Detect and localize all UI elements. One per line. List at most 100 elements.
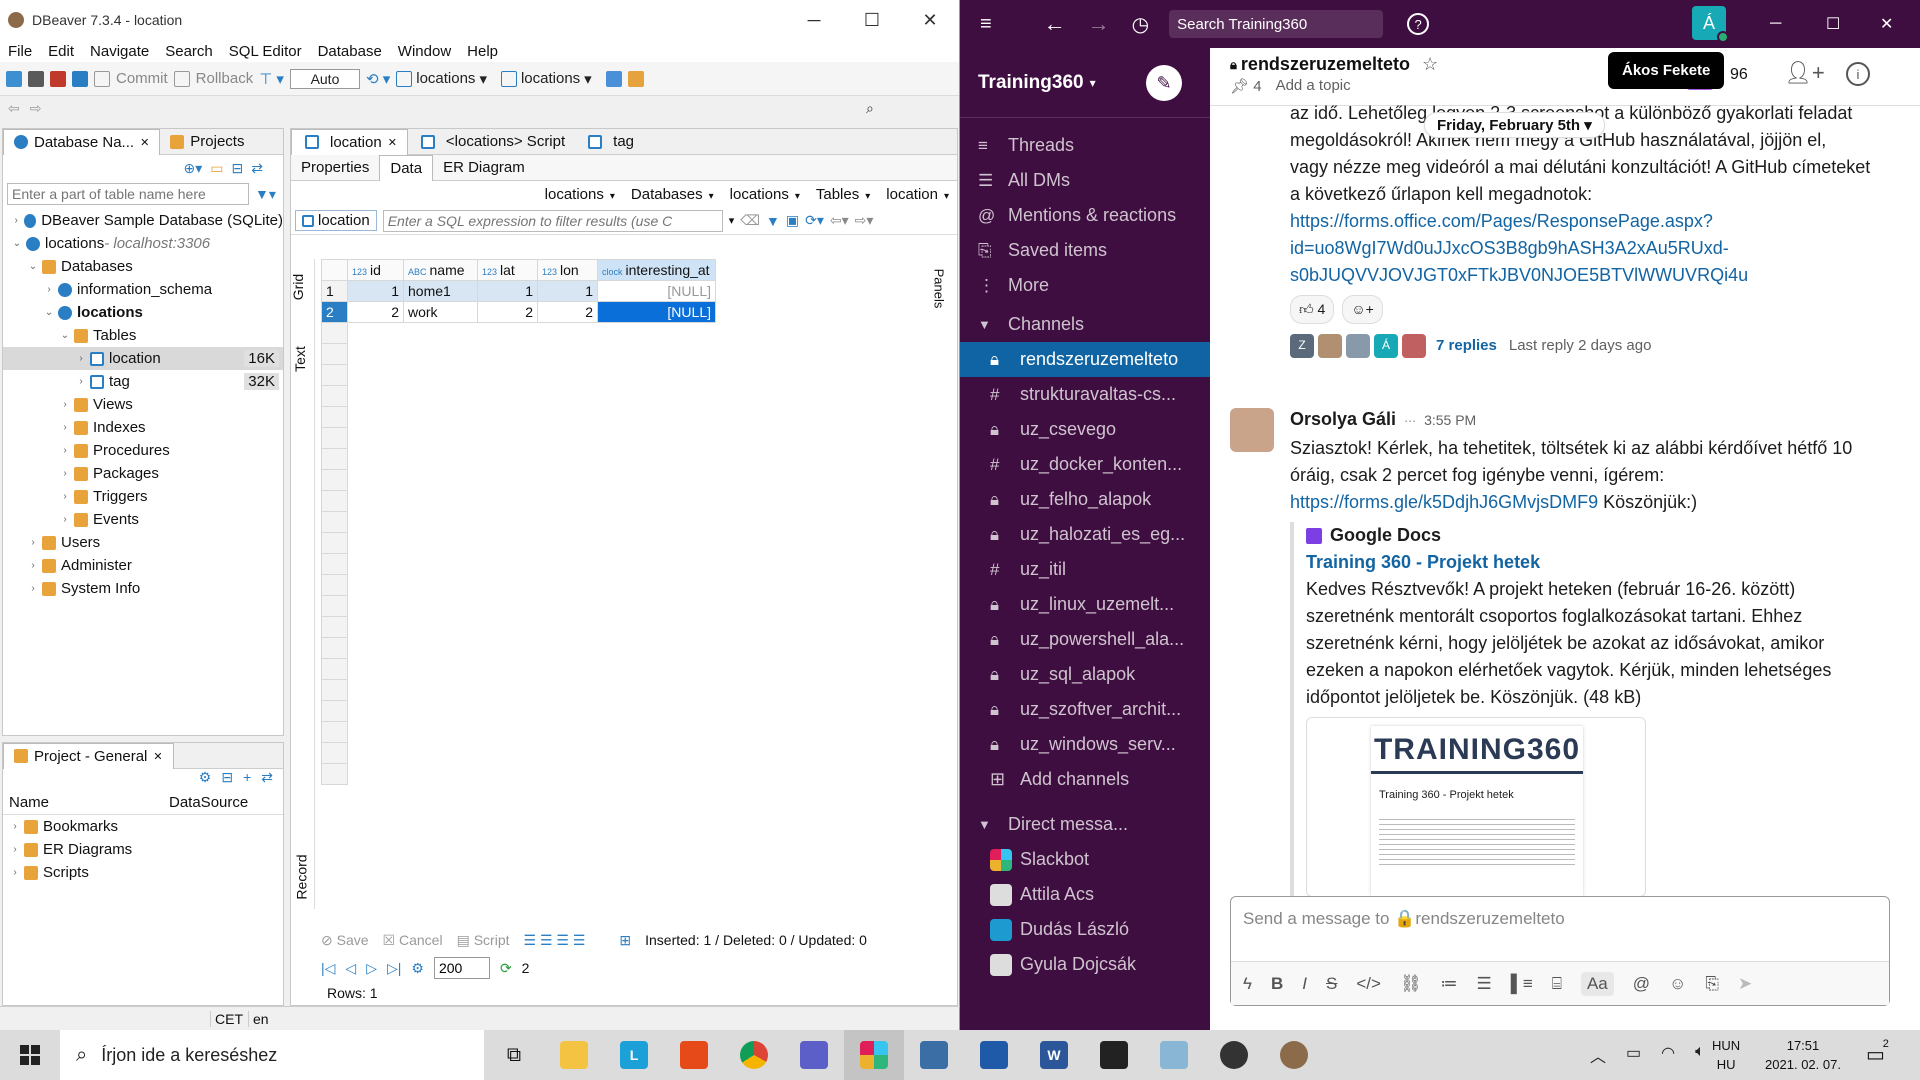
collapsed-icon[interactable]: ›: [59, 514, 71, 525]
close-icon[interactable]: ✕: [140, 136, 149, 149]
code-icon[interactable]: </>: [1356, 974, 1381, 994]
slack-icon[interactable]: [844, 1030, 904, 1080]
tree-node[interactable]: ⌄ locations: [3, 301, 283, 324]
dropdown-icon[interactable]: ▾: [865, 191, 870, 202]
channel-item[interactable]: 🔒︎ uz_sql_alapok: [960, 657, 1210, 692]
menu-database[interactable]: Database: [310, 43, 390, 60]
preview-image[interactable]: TRAINING360 Training 360 - Projekt hetek: [1306, 717, 1646, 897]
refresh-icon[interactable]: ⟳▾: [805, 212, 824, 229]
eraser-icon[interactable]: ⌫: [740, 212, 760, 229]
fetch-size-input[interactable]: [433, 957, 490, 979]
channel-item[interactable]: 🔒︎ uz_powershell_ala...: [960, 622, 1210, 657]
channel-item[interactable]: 🔒︎ rendszeruzemelteto: [960, 342, 1210, 377]
tree-node[interactable]: › information_schema: [3, 278, 283, 301]
collapsed-icon[interactable]: ›: [75, 353, 87, 364]
word-icon[interactable]: W: [1024, 1030, 1084, 1080]
maximize-icon[interactable]: ☐: [1826, 14, 1840, 34]
dropdown-icon[interactable]: ▾: [610, 191, 615, 202]
channel-item[interactable]: 🔒︎ uz_csevego: [960, 412, 1210, 447]
apply-filter-icon[interactable]: ▼: [766, 213, 780, 229]
project-item[interactable]: › Bookmarks: [3, 815, 283, 838]
collapsed-icon[interactable]: ›: [27, 537, 39, 548]
close-icon[interactable]: ✕: [901, 0, 959, 40]
compose-button[interactable]: ✎: [1146, 65, 1182, 101]
channel-item[interactable]: 🔒︎ uz_felho_alapok: [960, 482, 1210, 517]
tab-text[interactable]: Text: [292, 346, 308, 372]
new-connection-icon[interactable]: ⊕▾: [184, 160, 203, 177]
details-icon[interactable]: i: [1846, 62, 1870, 86]
project-item[interactable]: › Scripts: [3, 861, 283, 884]
close-icon[interactable]: ✕: [1880, 14, 1893, 34]
first-page-icon[interactable]: |◁: [321, 960, 335, 977]
emoji-icon[interactable]: ☺: [1669, 974, 1686, 994]
collapsed-icon[interactable]: ›: [27, 560, 39, 571]
search-icon[interactable]: ⌕: [866, 100, 874, 117]
collapsed-icon[interactable]: ›: [59, 491, 71, 502]
row-edit-icon[interactable]: ☰ ☰ ☰ ☰: [524, 932, 586, 949]
breadcrumb-item[interactable]: locations ▾: [730, 186, 800, 203]
file-explorer-icon[interactable]: [544, 1030, 604, 1080]
active-schema[interactable]: locations ▾: [500, 70, 592, 88]
channel-item[interactable]: 🔒︎ uz_linux_uzemelt...: [960, 587, 1210, 622]
add-reaction-icon[interactable]: ☺+: [1342, 295, 1383, 324]
channels-header[interactable]: ▼ Channels: [960, 307, 1210, 342]
tree-node[interactable]: › Views: [3, 393, 283, 416]
help-icon[interactable]: ?: [1407, 13, 1430, 35]
dm-item[interactable]: Attila Acs: [960, 877, 1210, 912]
table-row[interactable]: 1 1 home1 1 1 [NULL]: [321, 280, 716, 302]
dropdown-icon[interactable]: ▾: [944, 191, 949, 202]
collapsed-icon[interactable]: ›: [9, 844, 21, 855]
breadcrumb-item[interactable]: locations ▾: [545, 186, 615, 203]
collapsed-icon[interactable]: ›: [27, 583, 39, 594]
add-topic-link[interactable]: Add a topic: [1276, 77, 1351, 95]
column-datasource[interactable]: DataSource: [169, 794, 248, 811]
menu-navigate[interactable]: Navigate: [82, 43, 157, 60]
nav-more[interactable]: ⋮ More: [960, 268, 1210, 303]
channel-item[interactable]: 🔒︎ uz_windows_serv...: [960, 727, 1210, 762]
menu-search[interactable]: Search: [157, 43, 221, 60]
link-icon[interactable]: ⛓︎: [1400, 974, 1422, 994]
column-name[interactable]: Name: [3, 794, 169, 811]
transaction-mode-icon[interactable]: ⊤ ▾: [259, 70, 284, 88]
tree-node[interactable]: › Indexes: [3, 416, 283, 439]
ordered-list-icon[interactable]: ≔: [1441, 974, 1458, 994]
volume-icon[interactable]: 🔈︎: [1695, 1043, 1705, 1067]
tab-database-navigator[interactable]: Database Na... ✕: [3, 128, 161, 155]
menu-file[interactable]: File: [0, 43, 40, 60]
save-button[interactable]: ⊘ Save: [321, 932, 369, 949]
collapsed-icon[interactable]: ›: [59, 399, 71, 410]
nav-mentions[interactable]: @ Mentions & reactions: [960, 198, 1210, 233]
back-icon[interactable]: ⇦: [8, 100, 20, 117]
mention-icon[interactable]: @: [1633, 974, 1650, 994]
dm-item[interactable]: Gyula Dojcsák: [960, 947, 1210, 982]
maximize-icon[interactable]: ☐: [843, 0, 901, 40]
tab-project-general[interactable]: Project - General ✕: [3, 742, 174, 769]
reaction-thumbsup[interactable]: 👍︎ 4: [1290, 295, 1335, 324]
code-block-icon[interactable]: ⌸: [1552, 974, 1562, 994]
table-cell[interactable]: 2: [537, 301, 598, 323]
tree-node[interactable]: › System Info: [3, 577, 283, 600]
menu-window[interactable]: Window: [390, 43, 459, 60]
tree-node[interactable]: › Users: [3, 531, 283, 554]
breadcrumb-item[interactable]: Databases ▾: [631, 186, 714, 203]
bulleted-list-icon[interactable]: ☰: [1477, 974, 1492, 994]
editor-tab[interactable]: <locations> Script: [408, 129, 575, 155]
column-header[interactable]: clock interesting_at: [597, 259, 716, 281]
table-cell[interactable]: work: [403, 301, 478, 323]
column-header[interactable]: ABC name: [403, 259, 478, 281]
menu-help[interactable]: Help: [459, 43, 506, 60]
dropdown-icon[interactable]: ▾: [795, 191, 800, 202]
tree-node[interactable]: › Packages: [3, 462, 283, 485]
collapsed-icon[interactable]: ›: [9, 821, 21, 832]
expanded-icon[interactable]: ⌄: [59, 330, 71, 341]
collapsed-icon[interactable]: ›: [59, 468, 71, 479]
breadcrumb-item[interactable]: Tables ▾: [816, 186, 870, 203]
collapsed-icon[interactable]: ›: [11, 215, 21, 226]
dm-item[interactable]: Slackbot: [960, 842, 1210, 877]
commit-button[interactable]: Commit: [116, 70, 168, 87]
tree-node[interactable]: › Events: [3, 508, 283, 531]
date-divider[interactable]: Friday, February 5th ▾: [1424, 112, 1605, 138]
fetch-settings-icon[interactable]: ⚙: [411, 960, 424, 977]
search-box[interactable]: Search Training360: [1169, 10, 1384, 38]
bold-icon[interactable]: B: [1271, 974, 1283, 994]
